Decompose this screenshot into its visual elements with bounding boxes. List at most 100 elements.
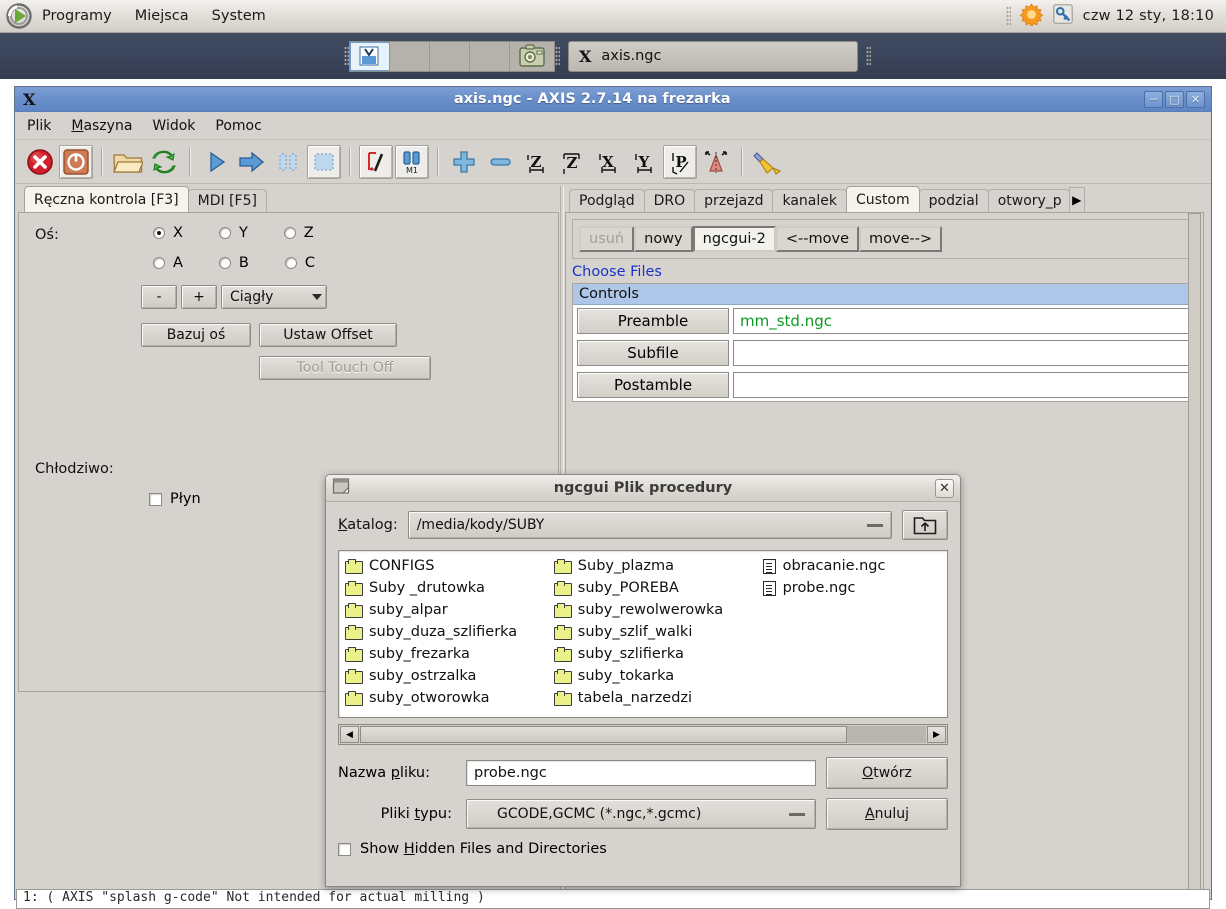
close-button[interactable]: ✕ <box>1186 90 1205 108</box>
view-z-icon[interactable]: Z <box>519 145 553 179</box>
workspace-2[interactable] <box>390 41 430 71</box>
cancel-button[interactable]: Anuluj <box>826 798 948 830</box>
tab-przejazd[interactable]: przejazd <box>694 189 774 212</box>
maximize-button[interactable]: □ <box>1165 90 1184 108</box>
list-item[interactable]: Suby_plazma <box>550 555 759 577</box>
list-item[interactable]: tabela_narzedzi <box>550 687 759 709</box>
list-item[interactable]: suby_ostrzalka <box>341 665 550 687</box>
filetype-combo[interactable]: GCODE,GCMC (*.ngc,*.gcmc) <box>466 799 816 829</box>
axis-toolbar[interactable]: M1 Z Z X Y P <box>15 140 1211 184</box>
radio-axis-a[interactable]: A <box>153 255 183 271</box>
step-icon[interactable] <box>235 145 269 179</box>
axis-menubar[interactable]: Plik Maszyna Widok Pomoc <box>15 112 1211 140</box>
sun-icon[interactable] <box>1019 2 1044 30</box>
list-item[interactable]: suby_otworowka <box>341 687 550 709</box>
power-icon[interactable] <box>59 144 93 179</box>
view-z2-icon[interactable]: Z <box>555 145 589 179</box>
coolant-flood-checkbox[interactable]: Płyn <box>149 491 201 507</box>
radio-axis-c[interactable]: C <box>284 255 315 271</box>
filetype-row[interactable]: Pliki typu: GCODE,GCMC (*.ngc,*.gcmc) An… <box>338 798 948 830</box>
taskbar-window-axis[interactable]: X axis.ngc <box>568 40 858 72</box>
set-offset-button[interactable]: Ustaw Offset <box>259 323 397 347</box>
zoom-out-icon[interactable] <box>483 145 517 179</box>
clear-cone-icon[interactable] <box>699 145 733 179</box>
menu-pomoc[interactable]: Pomoc <box>215 118 261 134</box>
list-item[interactable]: Suby _drutowka <box>341 577 550 599</box>
ngcgui-move-right-button[interactable]: move--> <box>859 226 943 252</box>
menu-system[interactable]: System <box>210 6 268 26</box>
postamble-value[interactable] <box>733 372 1192 398</box>
tool-touch-off-button[interactable]: Tool Touch Off <box>259 356 431 380</box>
tab-custom[interactable]: Custom <box>846 186 920 212</box>
minimize-button[interactable]: ─ <box>1144 90 1163 108</box>
scroll-right-button[interactable]: ▶ <box>927 726 946 743</box>
menu-miejsca[interactable]: Miejsca <box>133 6 191 26</box>
view-p-icon[interactable]: P <box>663 144 697 179</box>
table-row[interactable]: Subfile <box>573 337 1196 369</box>
table-row[interactable]: Preamble mm_std.ngc <box>573 305 1196 337</box>
screenshot-icon[interactable] <box>510 42 554 71</box>
list-item[interactable]: suby_szlif_walki <box>550 621 759 643</box>
ngcgui-new-button[interactable]: nowy <box>634 226 693 252</box>
tasklist-end-handle[interactable] <box>866 46 871 66</box>
subfile-value[interactable] <box>733 340 1192 366</box>
radio-axis-y[interactable]: Y <box>218 225 248 241</box>
menu-widok[interactable]: Widok <box>152 118 195 134</box>
ngcgui-delete-button[interactable]: usuń <box>579 226 635 252</box>
scroll-left-button[interactable]: ◀ <box>340 726 359 743</box>
list-item[interactable]: CONFIGS <box>341 555 550 577</box>
open-file-icon[interactable] <box>111 145 145 179</box>
scroll-trough[interactable] <box>360 726 926 743</box>
directory-combo[interactable]: /media/kody/SUBY <box>407 511 892 539</box>
folder-up-icon[interactable] <box>902 510 948 540</box>
tab-podglad[interactable]: Podgląd <box>569 189 645 212</box>
key-icon[interactable] <box>1052 3 1074 29</box>
list-item[interactable]: obracanie.ngc <box>759 555 945 577</box>
tasklist-drag-handle[interactable] <box>555 46 560 66</box>
jog-plus-button[interactable]: + <box>181 285 217 309</box>
workspace-1[interactable] <box>350 41 390 71</box>
jog-mode-combo[interactable]: Ciągły <box>221 285 327 309</box>
list-item[interactable]: suby_frezarka <box>341 643 550 665</box>
directory-row[interactable]: Katalog: /media/kody/SUBY <box>338 510 948 540</box>
right-pane-scrollbar[interactable] <box>1188 213 1201 892</box>
estop-icon[interactable] <box>23 145 57 179</box>
dialog-titlebar[interactable]: ngcgui Plik procedury ✕ <box>326 475 960 502</box>
jog-minus-button[interactable]: - <box>141 285 177 309</box>
home-offset-row[interactable]: Bazuj oś Ustaw Offset <box>141 323 397 347</box>
gcode-listing[interactable]: 1: ( AXIS "splash g-code" Not intended f… <box>16 889 1210 909</box>
view-x-icon[interactable]: X <box>591 145 625 179</box>
ngcgui-move-left-button[interactable]: <--move <box>775 226 860 252</box>
file-list-hscrollbar[interactable]: ◀ ▶ <box>338 724 948 745</box>
reload-icon[interactable] <box>147 145 181 179</box>
close-icon[interactable]: ✕ <box>935 478 954 498</box>
pause-icon[interactable] <box>271 145 305 179</box>
view-y-icon[interactable]: Y <box>627 145 661 179</box>
tab-podzial[interactable]: podzial <box>918 189 989 212</box>
ngcgui-button-row[interactable]: usuń nowy ngcgui-2 <--move move--> <box>572 219 1197 259</box>
skip-line-icon[interactable] <box>359 144 393 179</box>
file-list[interactable]: CONFIGS Suby _drutowka suby_alpar suby_d… <box>338 550 948 718</box>
radio-axis-x[interactable]: X <box>153 225 183 241</box>
tab-kanalek[interactable]: kanalek <box>772 189 847 212</box>
preamble-value[interactable]: mm_std.ngc <box>733 308 1192 334</box>
menu-programy[interactable]: Programy <box>40 6 114 26</box>
axis-radio-row-1[interactable]: X Y Z <box>153 225 314 241</box>
tab-mdi[interactable]: MDI [F5] <box>187 189 267 212</box>
tab-otwory-p[interactable]: otwory_p <box>987 189 1070 212</box>
list-item[interactable]: suby_POREBA <box>550 577 759 599</box>
tab-dro[interactable]: DRO <box>643 189 696 212</box>
optional-stop-icon[interactable]: M1 <box>395 144 429 179</box>
menu-plik[interactable]: Plik <box>27 118 51 134</box>
workspace-3[interactable] <box>430 41 470 71</box>
run-icon[interactable] <box>199 145 233 179</box>
distro-logo-icon[interactable] <box>6 3 32 29</box>
scroll-thumb[interactable] <box>360 726 847 743</box>
filename-input[interactable]: probe.ngc <box>466 760 816 786</box>
axis-titlebar[interactable]: X axis.ngc - AXIS 2.7.14 na frezarka ─ □… <box>15 87 1211 112</box>
list-item[interactable]: suby_tokarka <box>550 665 759 687</box>
list-item[interactable]: probe.ngc <box>759 577 945 599</box>
menu-maszyna[interactable]: Maszyna <box>71 118 132 134</box>
stop-icon[interactable] <box>307 144 341 179</box>
table-row[interactable]: Postamble <box>573 369 1196 401</box>
